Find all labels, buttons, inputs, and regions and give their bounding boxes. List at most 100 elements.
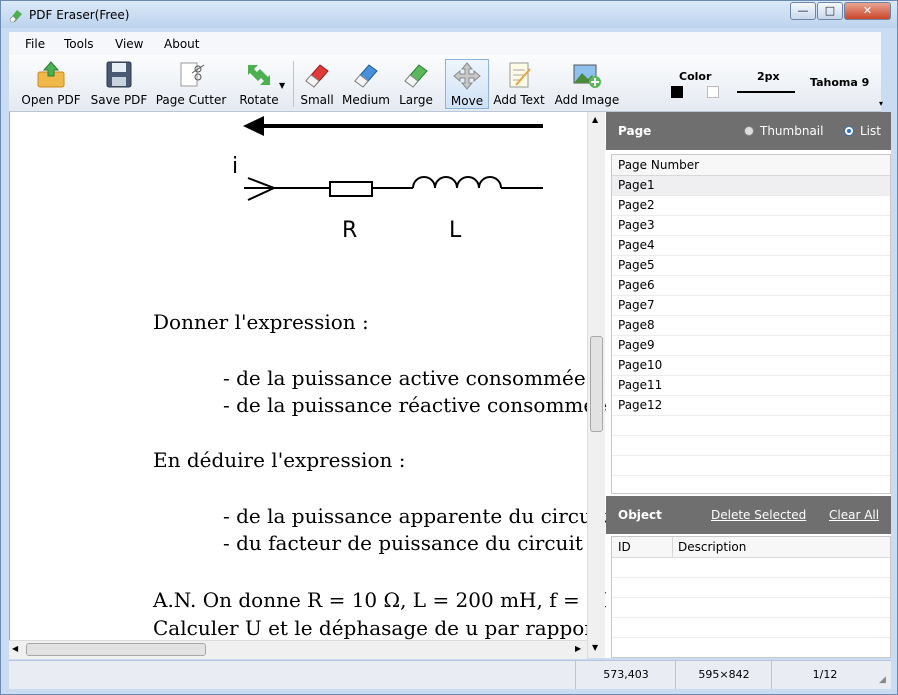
scroll-down-icon[interactable]: ▼	[592, 643, 598, 652]
large-label: Large	[399, 93, 433, 107]
menu-view[interactable]: View	[115, 37, 143, 51]
page-list[interactable]: Page Number Page1 Page2 Page3 Page4 Page…	[611, 154, 891, 494]
page-cutter-button[interactable]: Page Cutter	[155, 59, 227, 109]
doc-line: - de la puissance apparente du circuit	[223, 504, 606, 528]
object-list[interactable]: ID Description	[611, 536, 891, 658]
page-list-empty-row	[612, 436, 890, 456]
page-cutter-label: Page Cutter	[155, 93, 227, 107]
page-list-item[interactable]: Page11	[612, 376, 890, 396]
object-list-empty-row	[612, 558, 890, 578]
save-pdf-button[interactable]: Save PDF	[87, 59, 151, 109]
move-label: Move	[450, 94, 484, 108]
size-label[interactable]: 2px	[757, 70, 780, 83]
page-panel-header: Page Thumbnail List	[606, 112, 891, 150]
doc-line: Calculer U et le déphasage de u par rapp…	[153, 616, 606, 640]
title-bar: PDF Eraser(Free) — □ ✕	[1, 1, 897, 28]
color-label: Color	[679, 70, 712, 83]
page-list-item[interactable]: Page6	[612, 276, 890, 296]
blue-eraser-icon	[354, 64, 378, 88]
page-list-item[interactable]: Page1	[612, 176, 890, 196]
document-view[interactable]: i R L Donner l'expression : - de la puis…	[9, 112, 606, 658]
scissors-page-icon	[180, 62, 205, 87]
toolbar-separator	[293, 61, 294, 107]
app-window: PDF Eraser(Free) — □ ✕ File Tools View A…	[0, 0, 898, 695]
menu-tools[interactable]: Tools	[64, 37, 94, 51]
open-pdf-button[interactable]: Open PDF	[19, 59, 83, 109]
eraser-medium-button[interactable]: Medium	[341, 59, 391, 109]
horizontal-scroll-thumb[interactable]	[26, 643, 206, 656]
vertical-scroll-thumb[interactable]	[590, 336, 603, 432]
toolbar-overflow-icon[interactable]: ▾	[879, 99, 883, 108]
secondary-color-swatch[interactable]	[707, 86, 719, 98]
cursor-coordinates: 573,403	[575, 661, 676, 689]
object-list-empty-row	[612, 598, 890, 618]
side-panel: Page Thumbnail List Page Number Page1 Pa…	[606, 112, 891, 658]
green-eraser-icon	[404, 64, 428, 88]
id-column[interactable]: ID	[618, 540, 631, 554]
clear-all-link[interactable]: Clear All	[829, 508, 879, 522]
page-list-item[interactable]: Page9	[612, 336, 890, 356]
thumbnail-radio[interactable]: Thumbnail	[744, 124, 823, 138]
move-button[interactable]: Move	[445, 59, 489, 109]
window-title: PDF Eraser(Free)	[29, 8, 130, 22]
doc-line: En déduire l'expression :	[153, 448, 406, 472]
resize-grip-icon[interactable]: ◢	[879, 675, 886, 685]
vertical-scrollbar[interactable]: ▲ ▼	[587, 112, 605, 658]
description-column[interactable]: Description	[678, 540, 746, 554]
page-list-item[interactable]: Page4	[612, 236, 890, 256]
scroll-up-icon[interactable]: ▲	[592, 115, 598, 124]
menu-about[interactable]: About	[164, 37, 199, 51]
page-size: 595×842	[675, 661, 772, 689]
menu-bar: File Tools View About	[9, 32, 881, 55]
picture-add-icon	[573, 64, 601, 88]
doc-line: - de la puissance active consommée pa	[223, 366, 606, 390]
doc-line: Donner l'expression :	[153, 310, 369, 334]
page-list-item[interactable]: Page3	[612, 216, 890, 236]
rotate-label: Rotate	[239, 93, 279, 107]
resistor-label: R	[342, 218, 358, 243]
page-number-column[interactable]: Page Number	[618, 158, 699, 172]
delete-selected-link[interactable]: Delete Selected	[711, 508, 806, 522]
object-list-header: ID Description	[612, 537, 890, 558]
rotate-arrows-icon	[248, 65, 270, 85]
add-image-button[interactable]: Add Image	[553, 59, 621, 109]
page-list-item[interactable]: Page8	[612, 316, 890, 336]
add-text-button[interactable]: Add Text	[491, 59, 547, 109]
primary-color-swatch[interactable]	[671, 86, 683, 98]
page-list-item[interactable]: Page5	[612, 256, 890, 276]
page-list-item[interactable]: Page10	[612, 356, 890, 376]
menu-file[interactable]: File	[25, 37, 45, 51]
object-panel-header: Object Delete Selected Clear All	[606, 496, 891, 534]
page-list-item[interactable]: Page7	[612, 296, 890, 316]
page-list-item[interactable]: Page2	[612, 196, 890, 216]
floppy-disk-icon	[106, 61, 132, 88]
eraser-small-button[interactable]: Small	[297, 59, 337, 109]
page-list-item[interactable]: Page12	[612, 396, 890, 416]
eraser-large-button[interactable]: Large	[395, 59, 437, 109]
close-button[interactable]: ✕	[844, 2, 891, 20]
doc-line: - de la puissance réactive consommée	[223, 393, 606, 417]
horizontal-scrollbar[interactable]: ◀ ▶	[9, 640, 587, 659]
page-index: 1/12	[771, 661, 878, 689]
rotate-dropdown-icon[interactable]: ▼	[279, 81, 285, 90]
notepad-icon	[509, 62, 531, 88]
red-eraser-icon	[305, 64, 329, 88]
column-divider	[672, 537, 673, 557]
inductor-label: L	[449, 218, 462, 243]
scroll-right-icon[interactable]: ▶	[575, 644, 581, 653]
doc-line: - du facteur de puissance du circuit	[223, 531, 583, 555]
open-pdf-label: Open PDF	[21, 93, 81, 107]
minimize-button[interactable]: —	[790, 2, 816, 20]
scroll-left-icon[interactable]: ◀	[12, 644, 18, 653]
circuit-diagram	[243, 116, 543, 201]
maximize-button[interactable]: □	[817, 2, 843, 20]
status-bar: 573,403 595×842 1/12 ◢	[9, 660, 891, 689]
doc-line: A.N. On donne R = 10 Ω, L = 200 mH, f = …	[153, 588, 606, 612]
object-panel-title: Object	[618, 508, 662, 522]
object-list-empty-row	[612, 578, 890, 598]
font-label[interactable]: Tahoma 9	[810, 76, 869, 89]
page-list-empty-row	[612, 456, 890, 476]
eraser-app-icon	[9, 10, 22, 23]
list-radio[interactable]: List	[844, 124, 881, 138]
current-label: i	[232, 154, 239, 179]
